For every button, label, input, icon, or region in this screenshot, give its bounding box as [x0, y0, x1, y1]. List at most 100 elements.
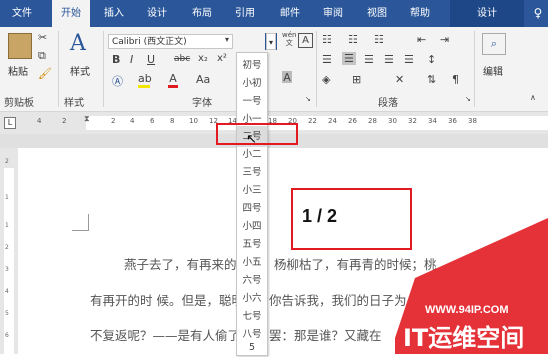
borders-icon[interactable]: ⊞ [352, 73, 361, 86]
vruler-tick: 4 [5, 288, 9, 295]
font-size-dropdown-arrow[interactable]: ▾ [266, 33, 276, 50]
ruler-tick: 2 [62, 117, 67, 125]
tab-file[interactable]: 文件 [6, 0, 38, 27]
cut-icon[interactable]: ✂ [38, 31, 47, 44]
divider [316, 31, 317, 107]
hovered-option-highlight [216, 123, 298, 145]
highlight-color-icon[interactable]: ab [138, 72, 152, 88]
ruler-active-area [86, 116, 548, 130]
divider [474, 31, 475, 107]
font-dialog-launcher-icon[interactable]: ↘ [305, 95, 311, 103]
clipboard-group-label: 剪贴板 [4, 98, 34, 109]
editing-button[interactable]: 编辑 [483, 63, 503, 78]
font-size-option[interactable]: 5 [237, 342, 267, 354]
vruler-tick: 2 [5, 244, 9, 251]
align-center-icon[interactable]: ☰ [342, 52, 356, 65]
align-left-icon[interactable]: ☰ [322, 53, 332, 66]
ruler-tick: 36 [448, 117, 457, 125]
watermark-url: WWW.94IP.COM [425, 304, 509, 316]
tab-insert[interactable]: 插入 [98, 0, 130, 27]
sort-icon[interactable]: ⇅ [427, 73, 436, 86]
ruler-tick: 2 [111, 117, 116, 125]
vruler-tick: 5 [5, 310, 9, 317]
ruler-tick: 28 [368, 117, 377, 125]
divider [58, 31, 59, 107]
indent-marker[interactable]: ⧗ [84, 114, 90, 124]
collapse-ribbon-icon[interactable]: ∧ [530, 93, 536, 102]
ribbon-home: 粘贴 ✂ ⧉ 🖌 剪贴板 A 样式 样式 Calibri (西文正文) ▾ ▾ … [0, 27, 548, 112]
divider [103, 31, 104, 107]
styles-icon[interactable]: A [70, 31, 86, 56]
vruler-tick: 1 [5, 194, 9, 201]
decrease-indent-icon[interactable]: ⇤ [417, 33, 426, 46]
phonetic-guide-icon[interactable]: wén 文 [282, 31, 296, 47]
line-spacing-icon[interactable]: ↕ [427, 53, 436, 66]
tab-references[interactable]: 引用 [229, 0, 261, 27]
ruler-tick: 4 [37, 117, 42, 125]
vruler-tick: 2 [5, 158, 9, 165]
numbering-icon[interactable]: ☷ [348, 33, 358, 46]
italic-icon[interactable]: I [130, 53, 133, 66]
vruler-tick: 6 [5, 332, 9, 339]
justify-icon[interactable]: ☰ [384, 53, 394, 66]
character-border-icon[interactable]: A [298, 33, 313, 48]
text-effects-icon[interactable]: Ⓐ [112, 73, 123, 89]
font-group-label: 字体 [192, 98, 212, 109]
page-margin-corner [72, 214, 89, 231]
bullets-icon[interactable]: ☷ [322, 33, 332, 46]
subscript-icon[interactable]: x₂ [198, 53, 208, 64]
watermark-brand: IT运维空间 [403, 324, 525, 352]
vruler-tick: 1 [5, 222, 9, 229]
tab-layout[interactable]: 布局 [186, 0, 218, 27]
superscript-icon[interactable]: x² [217, 53, 227, 64]
multilevel-list-icon[interactable]: ☷ [374, 33, 384, 46]
font-size-dropdown-list: 初号 小初 一号 小一 二号 小二 三号 小三 四号 小四 五号 小五 六号 小… [236, 52, 268, 356]
char-shading-icon[interactable]: A [282, 71, 292, 84]
ruler-tick: 32 [408, 117, 417, 125]
ruler-tick: 6 [150, 117, 155, 125]
ruler-tick: 26 [348, 117, 357, 125]
tab-help[interactable]: 帮助 [404, 0, 436, 27]
copy-icon[interactable]: ⧉ [38, 49, 46, 63]
ruler-tick: 22 [308, 117, 317, 125]
ruler-tick: 4 [130, 117, 135, 125]
underline-icon[interactable]: U [147, 53, 155, 66]
tab-selector-icon[interactable]: L [4, 117, 16, 129]
tab-review[interactable]: 审阅 [317, 0, 349, 27]
font-color-icon[interactable]: A [168, 72, 178, 88]
mouse-cursor-icon: ↖ [246, 132, 257, 147]
distributed-icon[interactable]: ☰ [404, 53, 414, 66]
ruler-tick: 30 [388, 117, 397, 125]
styles-button[interactable]: 样式 [70, 63, 90, 78]
tab-table-design[interactable]: 设计 [450, 0, 524, 27]
tab-view[interactable]: 视图 [361, 0, 393, 27]
strikethrough-icon[interactable]: abc [174, 54, 190, 64]
paragraph-dialog-launcher-icon[interactable]: ↘ [465, 95, 471, 103]
paste-icon[interactable] [8, 33, 32, 59]
vruler-tick: 3 [5, 266, 9, 273]
ribbon-tab-bar: 文件 开始 插入 设计 布局 引用 邮件 审阅 视图 帮助 设计 ♀ [0, 0, 548, 27]
show-marks-icon[interactable]: ¶ [452, 73, 459, 86]
find-icon[interactable]: ⌕ [482, 33, 506, 55]
watermark: WWW.94IP.COM IT运维空间 [395, 218, 548, 354]
ruler-tick: 34 [428, 117, 437, 125]
chinese-layout-icon[interactable]: ✕ [395, 73, 404, 86]
styles-group-label: 样式 [64, 98, 84, 109]
vertical-ruler[interactable]: 2 1 1 2 3 4 5 6 [0, 148, 18, 354]
tab-home[interactable]: 开始 [52, 0, 90, 27]
align-right-icon[interactable]: ☰ [364, 53, 374, 66]
format-painter-icon[interactable]: 🖌 [38, 67, 52, 80]
increase-indent-icon[interactable]: ⇥ [440, 33, 449, 46]
document-line[interactable]: 燕子去了，有再来的时候；杨柳枯了，有再青的时候；桃 [124, 254, 437, 273]
ruler-tick: 38 [468, 117, 477, 125]
chevron-down-icon[interactable]: ▾ [225, 35, 229, 44]
tab-mailings[interactable]: 邮件 [274, 0, 306, 27]
ruler-tick: 10 [189, 117, 198, 125]
paste-button[interactable]: 粘贴 [8, 63, 28, 78]
shading-icon[interactable]: ◈ [322, 73, 330, 86]
bold-icon[interactable]: B [112, 53, 120, 66]
font-name-field[interactable]: Calibri (西文正文) [108, 34, 233, 49]
tab-design[interactable]: 设计 [141, 0, 173, 27]
tell-me-icon[interactable]: ♀ [530, 0, 546, 27]
change-case-icon[interactable]: Aa [196, 73, 210, 86]
